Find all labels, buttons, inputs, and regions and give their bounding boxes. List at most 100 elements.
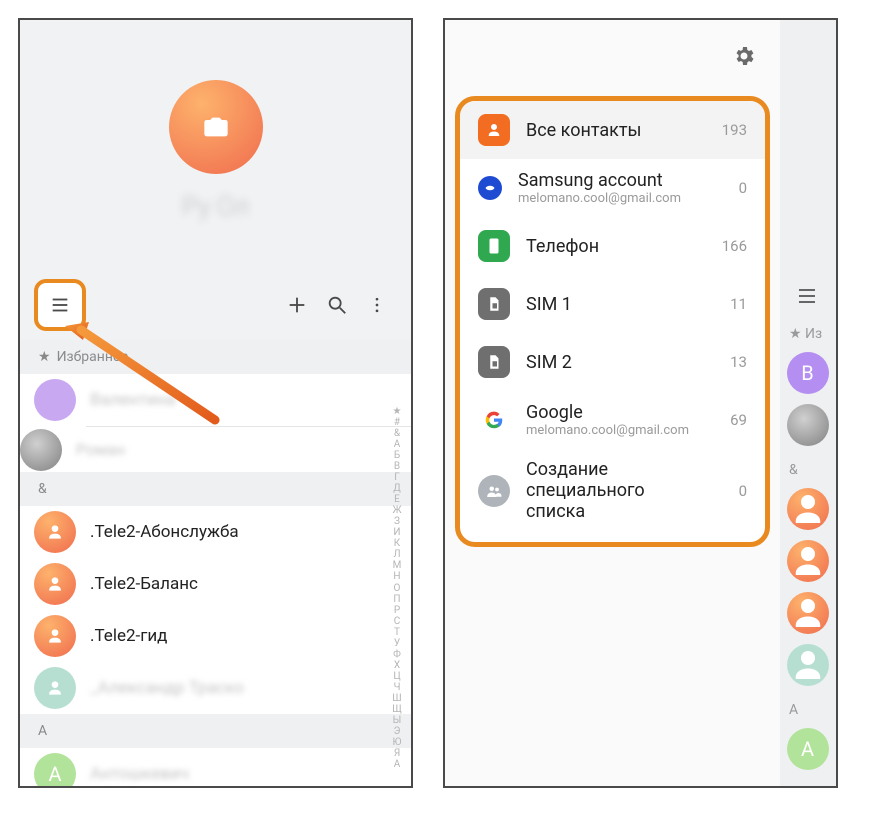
- source-title: Все контакты: [526, 120, 701, 141]
- contact-list: A Антошкевич: [20, 748, 411, 788]
- avatar: A: [787, 728, 829, 770]
- hamburger-icon: [49, 294, 71, 316]
- add-button[interactable]: [277, 285, 317, 325]
- avatar: В: [787, 352, 829, 394]
- favorites-header: ★ Избранное: [20, 340, 411, 374]
- menu-button[interactable]: [34, 279, 86, 331]
- index-letter[interactable]: В: [394, 461, 400, 472]
- avatar: [34, 511, 76, 553]
- index-letter[interactable]: Я: [394, 748, 400, 759]
- source-title: Создание специального списка: [526, 459, 701, 522]
- avatar: [34, 667, 76, 709]
- profile-avatar[interactable]: [169, 80, 263, 174]
- contact-row[interactable]: .Tele2-Баланс: [20, 558, 411, 610]
- index-letter[interactable]: О: [394, 583, 401, 594]
- index-letter[interactable]: П: [393, 594, 400, 605]
- index-letter[interactable]: Щ: [392, 704, 402, 715]
- source-title: SIM 2: [526, 352, 701, 373]
- index-letter[interactable]: А: [394, 439, 401, 450]
- more-button[interactable]: [357, 285, 397, 325]
- index-letter[interactable]: Е: [394, 494, 400, 505]
- index-letter[interactable]: &: [394, 428, 400, 439]
- drawer-sheet: Все контакты 193 Samsung accountmelomano.c…: [445, 20, 780, 786]
- index-letter[interactable]: Н: [393, 571, 400, 582]
- index-letter[interactable]: Э: [394, 726, 401, 737]
- index-letter[interactable]: Ш: [392, 693, 401, 704]
- index-letter[interactable]: У: [394, 638, 400, 649]
- person-icon: [787, 592, 829, 634]
- index-letter[interactable]: Л: [393, 549, 400, 560]
- index-letter[interactable]: Ц: [393, 671, 400, 682]
- contact-row[interactable]: _Александр Траско: [20, 662, 411, 714]
- gear-icon: [732, 44, 756, 68]
- index-letter[interactable]: К: [394, 538, 400, 549]
- source-count: 0: [717, 482, 747, 500]
- sim-icon: [478, 346, 510, 378]
- index-letter[interactable]: Ф: [393, 649, 401, 660]
- contact-row[interactable]: .Tele2-Абонслужба: [20, 506, 411, 558]
- source-title: Samsung account: [518, 170, 701, 191]
- profile-name: Ру Ол: [182, 192, 249, 222]
- drawer-top: [445, 20, 780, 92]
- sim-icon: [478, 288, 510, 320]
- favorite-row[interactable]: Роман: [86, 426, 411, 472]
- section-letter: A: [38, 723, 47, 739]
- index-letter[interactable]: З: [394, 516, 400, 527]
- source-panel: Все контакты 193 Samsung accountmelomano.c…: [455, 96, 770, 547]
- favorite-row[interactable]: Валентина: [20, 374, 411, 426]
- source-custom[interactable]: Создание специального списка 0: [460, 449, 765, 532]
- avatar: A: [34, 753, 76, 788]
- source-sim1[interactable]: SIM 111: [460, 275, 765, 333]
- index-letter[interactable]: Ы: [393, 715, 402, 726]
- source-phone[interactable]: Телефон166: [460, 217, 765, 275]
- person-icon: [787, 540, 829, 582]
- search-button[interactable]: [317, 285, 357, 325]
- source-count: 11: [717, 295, 747, 313]
- avatar: [20, 429, 62, 471]
- source-sim2[interactable]: SIM 2 13: [460, 333, 765, 391]
- settings-button[interactable]: [732, 44, 756, 68]
- google-icon: [478, 404, 510, 436]
- contact-row[interactable]: A Антошкевич: [20, 748, 411, 788]
- source-all[interactable]: Все контакты 193: [460, 101, 765, 159]
- source-count: 193: [717, 121, 747, 139]
- contact-name: _Александр Траско: [90, 678, 244, 698]
- index-letter[interactable]: Г: [394, 472, 400, 483]
- source-google[interactable]: Googlemelomano.cool@gmail.com69: [460, 391, 765, 449]
- index-letter[interactable]: Ж: [392, 505, 401, 516]
- avatar: [787, 488, 829, 530]
- index-letter[interactable]: Б: [394, 450, 400, 461]
- index-letter[interactable]: A: [394, 759, 401, 770]
- index-letter[interactable]: С: [394, 616, 401, 627]
- profile-header: Ру Ол: [20, 20, 411, 340]
- index-letter[interactable]: #: [394, 417, 400, 428]
- source-samsung[interactable]: Samsung accountmelomano.cool@gmail.com0: [460, 159, 765, 217]
- person-icon: [787, 644, 829, 686]
- contact-row[interactable]: .Tele2-гид: [20, 610, 411, 662]
- alpha-scrollbar[interactable]: ★#&АБВГДЕЖЗИКЛМНОПРСТУФХЦЧШЩЫЭЮЯA: [387, 400, 407, 776]
- index-letter[interactable]: Ч: [394, 682, 401, 693]
- index-letter[interactable]: И: [393, 527, 400, 538]
- index-letter[interactable]: Д: [393, 483, 401, 494]
- person-icon: [478, 114, 510, 146]
- person-icon: [45, 626, 65, 646]
- source-count: 0: [717, 179, 747, 197]
- avatar: [787, 644, 829, 686]
- index-letter[interactable]: М: [393, 560, 402, 571]
- index-letter[interactable]: ★: [393, 406, 402, 417]
- background-peek: ★ Из В & A A: [778, 20, 836, 786]
- index-letter[interactable]: Т: [394, 627, 400, 638]
- index-letter[interactable]: Х: [394, 660, 400, 671]
- more-icon: [367, 295, 387, 315]
- contact-name: Валентина: [90, 390, 176, 410]
- avatar-initial: A: [48, 762, 61, 786]
- index-letter[interactable]: Ю: [393, 737, 402, 748]
- source-count: 13: [717, 353, 747, 371]
- plus-icon: [286, 294, 308, 316]
- index-letter[interactable]: Р: [394, 605, 400, 616]
- contacts-screen: Ру Ол: [18, 18, 413, 788]
- camera-icon: [202, 113, 230, 141]
- source-count: 166: [717, 237, 747, 255]
- contact-name: Антошкевич: [90, 764, 189, 784]
- avatar: [787, 540, 829, 582]
